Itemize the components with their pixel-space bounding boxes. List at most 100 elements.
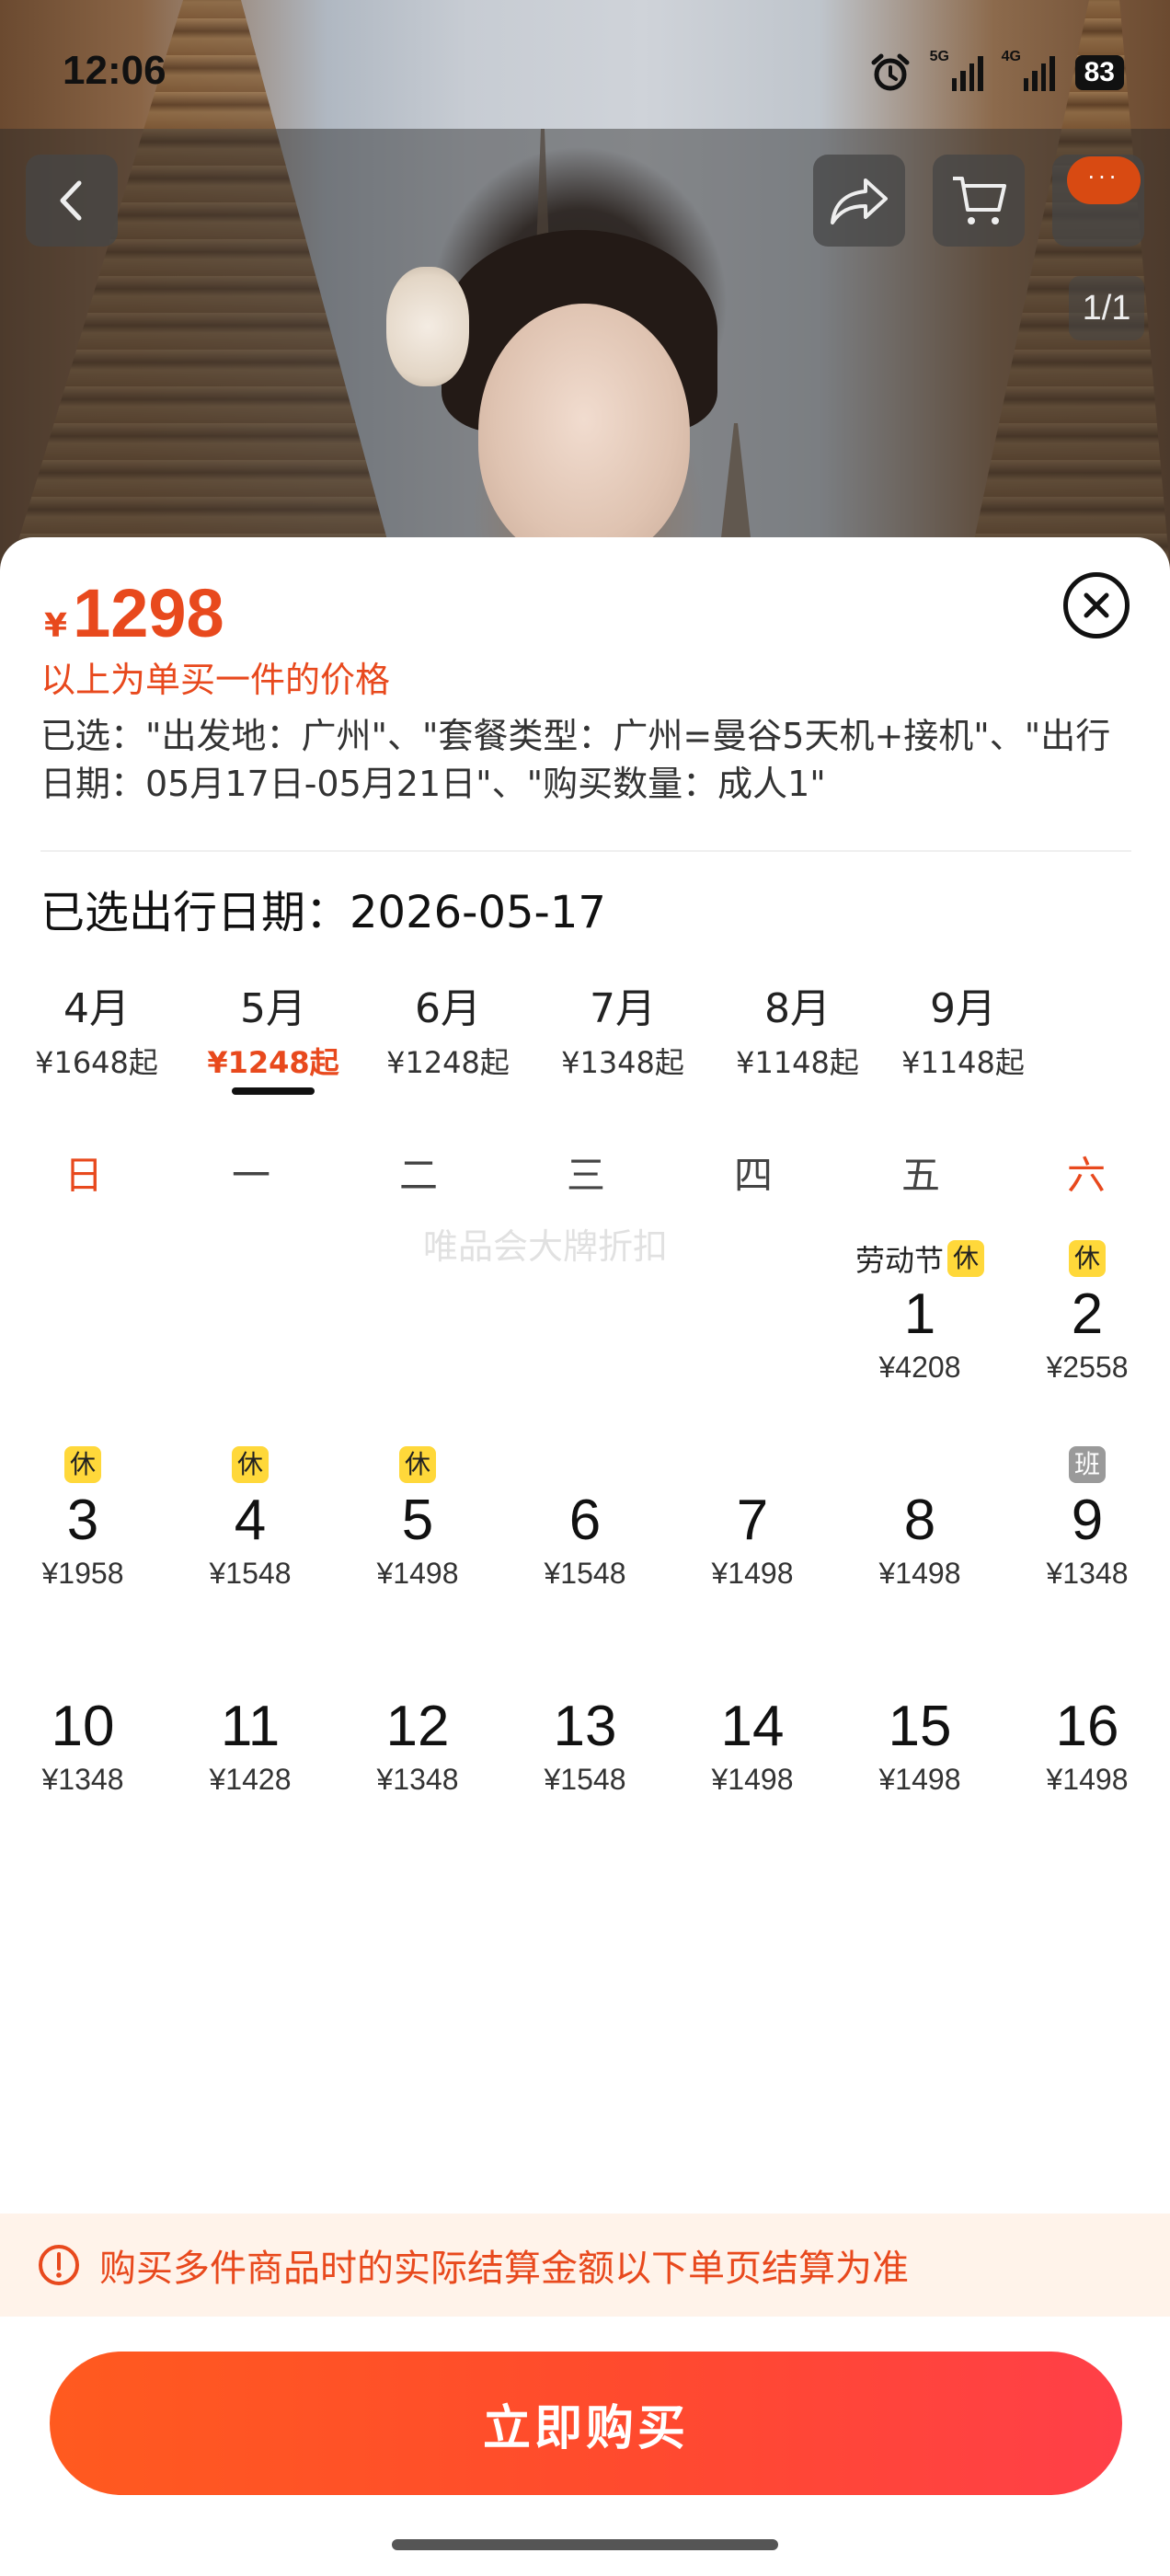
day-price: ¥1548 <box>209 1557 292 1590</box>
home-indicator[interactable] <box>392 2539 778 2550</box>
price: ¥ 1298 <box>44 574 224 652</box>
month-price: ¥1248起 <box>207 1045 339 1080</box>
month-label: 8月 <box>764 985 831 1032</box>
back-button[interactable] <box>26 155 118 247</box>
calendar-day-8[interactable]: 8 ¥1498 <box>839 1443 1001 1639</box>
calendar-day-5[interactable]: 休 5 ¥1498 <box>337 1443 499 1639</box>
day-number: 11 <box>220 1695 281 1758</box>
close-icon <box>1084 592 1109 618</box>
calendar-day-14[interactable]: 14 ¥1498 <box>671 1649 833 1825</box>
tab-month-may[interactable]: 5月 ¥1248起 <box>186 975 361 1082</box>
holiday-badge: 休 <box>1069 1240 1106 1277</box>
hair-flower <box>386 267 469 386</box>
close-button[interactable] <box>1063 572 1130 638</box>
month-label: 9月 <box>930 985 996 1032</box>
day-number: 9 <box>1071 1489 1104 1552</box>
battery-icon: 83 <box>1074 55 1124 90</box>
tab-month-apr[interactable]: 4月 ¥1648起 <box>9 975 184 1082</box>
calendar-day-6[interactable]: 6 ¥1548 <box>504 1443 666 1639</box>
notice-text: 购买多件商品时的实际结算金额以下单页结算为准 <box>99 2248 909 2290</box>
calendar-day-7[interactable]: 7 ¥1498 <box>671 1443 833 1639</box>
info-icon <box>39 2245 79 2285</box>
day-number: 14 <box>720 1695 785 1758</box>
calendar-day-10[interactable]: 10 ¥1348 <box>2 1649 164 1825</box>
calendar-day-13[interactable]: 13 ¥1548 <box>504 1649 666 1825</box>
signal-4g-label: 4G <box>1001 49 1021 64</box>
signal-4g-icon: 4G <box>1002 49 1055 91</box>
day-number: 10 <box>51 1695 115 1758</box>
month-price: ¥1348起 <box>561 1045 684 1080</box>
calendar-grid: 劳动节休 1 ¥4208 休 2 ¥2558 休 3 ¥1958 休 4 ¥1548 休 5 ¥1498 6 ¥… <box>0 1236 1170 1825</box>
month-price: ¥1648起 <box>35 1045 158 1080</box>
day-price: ¥1548 <box>544 1557 626 1590</box>
buy-now-button[interactable]: 立即购买 <box>50 2352 1122 2495</box>
calendar-day-15[interactable]: 15 ¥1498 <box>839 1649 1001 1825</box>
day-price: ¥4208 <box>878 1351 961 1384</box>
day-tag-area: 休 <box>337 1443 499 1487</box>
calendar-day-1[interactable]: 劳动节休 1 ¥4208 <box>839 1236 1001 1433</box>
day-tag-area: 休 <box>2 1443 164 1487</box>
holiday-badge: 休 <box>232 1446 269 1483</box>
calendar-day-12[interactable]: 12 ¥1348 <box>337 1649 499 1825</box>
month-price: ¥1148起 <box>736 1045 859 1080</box>
day-price: ¥1428 <box>209 1763 292 1796</box>
cart-button[interactable] <box>933 155 1025 247</box>
month-price: ¥1248起 <box>386 1045 510 1080</box>
date-picker-sheet: ¥ 1298 以上为单买一件的价格 已选："出发地：广州"、"套餐类型：广州=曼… <box>0 537 1170 2576</box>
weekday-header: 日 一 二 三 四 五 六 <box>0 1144 1170 1209</box>
image-counter: 1/1 <box>1069 276 1144 340</box>
signal-5g-icon: 5G <box>930 49 983 91</box>
calendar-day-2[interactable]: 休 2 ¥2558 <box>1006 1236 1168 1433</box>
month-label: 5月 <box>240 985 306 1032</box>
holiday-name: 劳动节 <box>855 1243 944 1278</box>
tab-month-jul[interactable]: 7月 ¥1348起 <box>535 975 710 1082</box>
share-button[interactable] <box>813 155 905 247</box>
day-price: ¥1348 <box>376 1763 459 1796</box>
weekday-fri: 五 <box>900 1153 940 1198</box>
day-tag-area <box>671 1443 833 1487</box>
day-number: 8 <box>903 1489 936 1552</box>
day-tag-area <box>671 1649 833 1693</box>
day-number: 12 <box>385 1695 450 1758</box>
day-number: 16 <box>1055 1695 1119 1758</box>
day-number: 6 <box>568 1489 602 1552</box>
status-icons: 5G 4G 83 <box>869 49 1124 94</box>
day-number: 5 <box>401 1489 434 1552</box>
day-number: 2 <box>1071 1282 1104 1346</box>
day-tag-area <box>839 1649 1001 1693</box>
day-price: ¥1958 <box>41 1557 124 1590</box>
calendar-day-11[interactable]: 11 ¥1428 <box>169 1649 331 1825</box>
more-badge[interactable]: ··· <box>1067 156 1141 204</box>
calendar-day-9[interactable]: 班 9 ¥1348 <box>1006 1443 1168 1639</box>
day-tag-area <box>337 1649 499 1693</box>
tab-month-jun[interactable]: 6月 ¥1248起 <box>361 975 535 1082</box>
day-number: 7 <box>736 1489 769 1552</box>
day-price: ¥1498 <box>711 1763 794 1796</box>
share-icon <box>831 178 888 224</box>
day-tag-area: 班 <box>1006 1443 1168 1487</box>
day-price: ¥1348 <box>41 1763 124 1796</box>
day-price: ¥1548 <box>544 1763 626 1796</box>
cart-icon <box>953 177 1006 224</box>
day-tag-area <box>504 1649 666 1693</box>
day-price: ¥1498 <box>878 1557 961 1590</box>
day-number: 15 <box>888 1695 952 1758</box>
weekday-sun: 日 <box>63 1153 103 1198</box>
calendar-day-3[interactable]: 休 3 ¥1958 <box>2 1443 164 1639</box>
tab-month-aug[interactable]: 8月 ¥1148起 <box>710 975 885 1082</box>
calendar-day-16[interactable]: 16 ¥1498 <box>1006 1649 1168 1825</box>
calendar-day-4[interactable]: 休 4 ¥1548 <box>169 1443 331 1639</box>
tab-month-sep[interactable]: 9月 ¥1148起 <box>876 975 1050 1082</box>
price-currency: ¥ <box>44 607 68 645</box>
workday-badge: 班 <box>1069 1446 1106 1483</box>
day-number: 3 <box>66 1489 99 1552</box>
selected-summary: 已选："出发地：广州"、"套餐类型：广州=曼谷5天机+接机"、"出行日期：05月… <box>40 716 1111 804</box>
weekday-tue: 二 <box>398 1153 438 1198</box>
selected-date-title: 已选出行日期：2026-05-17 <box>40 887 606 938</box>
checkout-notice: 购买多件商品时的实际结算金额以下单页结算为准 <box>0 2214 1170 2317</box>
day-tag-area: 劳动节休 <box>839 1236 1001 1281</box>
signal-5g-label: 5G <box>929 49 949 64</box>
price-note: 以上为单买一件的价格 <box>40 660 391 700</box>
weekday-sat: 六 <box>1066 1153 1106 1198</box>
holiday-badge: 休 <box>947 1240 984 1277</box>
